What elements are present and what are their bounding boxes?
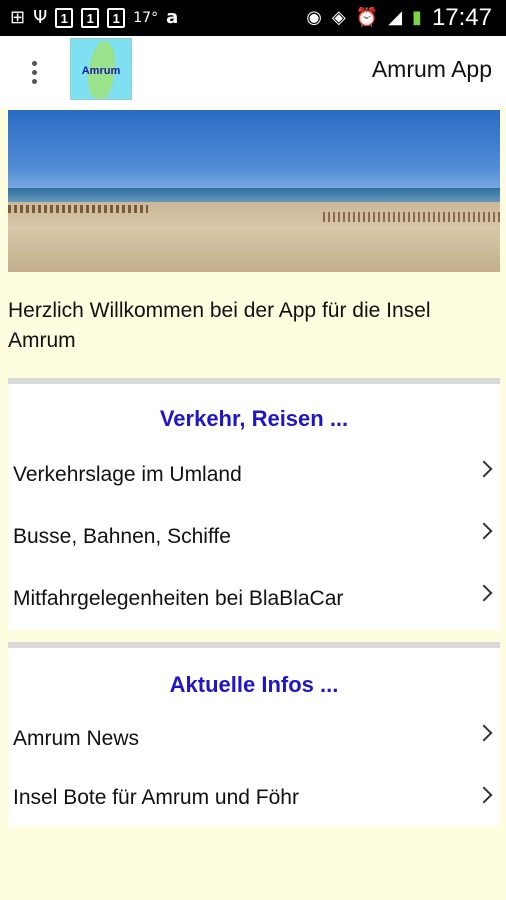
list-item-insel-bote[interactable]: Insel Bote für Amrum und Föhr [8, 770, 500, 826]
sim-icon: 1 [81, 8, 100, 28]
chevron-right-icon [475, 460, 493, 478]
list-item-verkehrslage[interactable]: Verkehrslage im Umland [8, 444, 500, 506]
chevron-right-icon [475, 786, 493, 804]
list-item-busse-bahnen-schiffe[interactable]: Busse, Bahnen, Schiffe [8, 506, 500, 568]
usb-icon: Ψ [33, 7, 48, 28]
mute-icon: ◈ [331, 7, 346, 28]
list-item-label: Mitfahrgelegenheiten bei BlaBlaCar [13, 587, 344, 610]
list-item-label: Busse, Bahnen, Schiffe [13, 525, 231, 548]
chevron-right-icon [475, 522, 493, 540]
status-bar: ⊞ Ψ 1 1 1 17° a ◉ ◈ ⏰ ◢ ▮ 17:47 [0, 0, 506, 36]
eye-icon: ◉ [306, 7, 322, 28]
battery-icon: ▮ [412, 7, 422, 28]
section-header: Aktuelle Infos ... [169, 672, 339, 697]
chevron-right-icon [475, 584, 493, 602]
welcome-text: Herzlich Willkommen bei der App für die … [8, 299, 431, 352]
app-bar: Amrum Amrum App [0, 36, 506, 108]
status-time: 17:47 [431, 4, 492, 31]
signal-icon: ◢ [388, 7, 403, 28]
add-notification-icon: ⊞ [10, 7, 26, 28]
sim-icon: 1 [107, 8, 126, 28]
beach-banner-image [8, 110, 500, 272]
app-title: Amrum App [371, 56, 492, 82]
chevron-right-icon [475, 724, 493, 742]
sim-icon: 1 [55, 8, 74, 28]
overflow-menu-icon[interactable] [20, 60, 48, 84]
temperature-indicator: 17° [133, 10, 159, 26]
list-item-mitfahrgelegenheiten[interactable]: Mitfahrgelegenheiten bei BlaBlaCar [8, 568, 500, 630]
list-item-amrum-news[interactable]: Amrum News [8, 708, 500, 770]
section-aktuelle-infos: Aktuelle Infos ... Amrum News Insel Bote… [8, 642, 500, 826]
list-item-label: Insel Bote für Amrum und Föhr [13, 786, 299, 809]
logo-text: Amrum [81, 65, 121, 77]
amazon-icon: a [166, 7, 179, 28]
alarm-icon: ⏰ [355, 7, 379, 28]
app-logo: Amrum [70, 38, 132, 100]
section-header: Verkehr, Reisen ... [159, 406, 349, 431]
section-verkehr: Verkehr, Reisen ... Verkehrslage im Umla… [8, 378, 500, 630]
list-item-label: Verkehrslage im Umland [13, 463, 242, 486]
list-item-label: Amrum News [13, 727, 140, 750]
